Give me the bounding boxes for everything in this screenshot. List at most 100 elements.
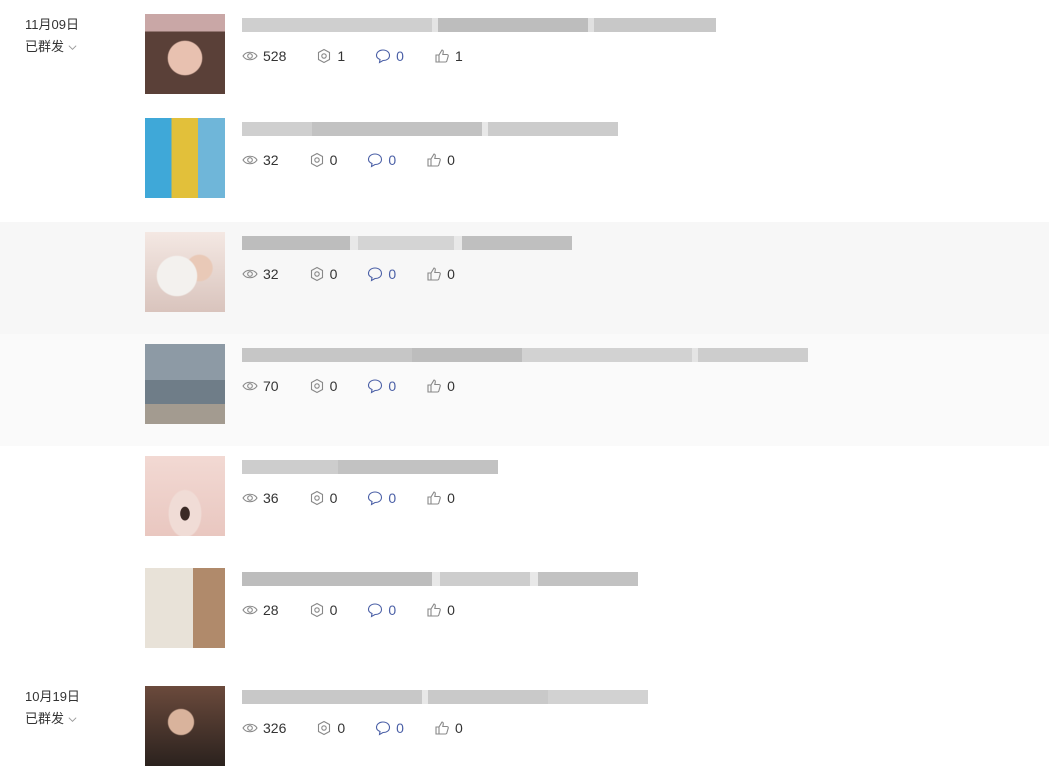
status-dropdown[interactable]: 已群发 xyxy=(25,710,80,728)
redaction-block xyxy=(242,348,412,362)
publish-date: 10月19日 xyxy=(25,689,80,704)
comment-count[interactable]: 0 xyxy=(375,720,404,736)
share-count: 0 xyxy=(309,602,337,618)
comment-count-value: 0 xyxy=(388,266,397,282)
redaction-block xyxy=(312,122,482,136)
comment-icon xyxy=(375,48,391,64)
view-count-value: 36 xyxy=(263,490,279,506)
thumbs-up-icon xyxy=(434,720,450,736)
article-thumbnail[interactable] xyxy=(145,568,225,648)
like-count: 0 xyxy=(426,152,455,168)
like-count-value: 0 xyxy=(447,378,455,394)
article-title-redacted[interactable] xyxy=(242,236,572,254)
redaction-block xyxy=(594,18,716,32)
article-title-redacted[interactable] xyxy=(242,690,648,708)
thumbs-up-icon xyxy=(426,378,442,394)
redaction-block xyxy=(242,18,432,32)
article-row[interactable]: 326 0 0 0 xyxy=(145,686,1045,766)
article-title-redacted[interactable] xyxy=(242,460,498,478)
view-count-value: 70 xyxy=(263,378,279,394)
article-row[interactable]: 36 0 0 0 xyxy=(145,456,1045,536)
redaction-block xyxy=(530,572,538,586)
article-thumbnail[interactable] xyxy=(145,14,225,94)
redaction-block xyxy=(242,236,350,250)
like-count-value: 0 xyxy=(447,602,455,618)
view-count: 326 xyxy=(242,720,286,736)
redaction-block xyxy=(522,348,692,362)
comment-icon xyxy=(367,152,383,168)
view-count: 36 xyxy=(242,490,279,506)
share-count: 0 xyxy=(316,720,345,736)
chevron-down-icon xyxy=(68,44,77,50)
like-count: 1 xyxy=(434,48,463,64)
article-thumbnail[interactable] xyxy=(145,456,225,536)
redaction-block xyxy=(428,690,548,704)
comment-icon xyxy=(367,490,383,506)
view-count: 28 xyxy=(242,602,279,618)
view-count: 70 xyxy=(242,378,279,394)
article-thumbnail[interactable] xyxy=(145,232,225,312)
like-count-value: 0 xyxy=(447,490,455,506)
redaction-block xyxy=(350,236,358,250)
article-title-redacted[interactable] xyxy=(242,348,808,366)
redaction-block xyxy=(242,572,432,586)
date-group: 11月09日 已群发 xyxy=(25,16,79,56)
view-count-value: 528 xyxy=(263,48,287,64)
redaction-block xyxy=(242,122,312,136)
view-count-value: 28 xyxy=(263,602,279,618)
like-count: 0 xyxy=(426,602,455,618)
share-icon xyxy=(309,490,325,506)
article-title-redacted[interactable] xyxy=(242,572,638,590)
article-row[interactable]: 70 0 0 0 xyxy=(145,344,1045,424)
redaction-block xyxy=(538,572,638,586)
like-count: 0 xyxy=(426,266,455,282)
like-count-value: 0 xyxy=(447,152,455,168)
share-count-value: 0 xyxy=(329,266,338,282)
article-row[interactable]: 32 0 0 0 xyxy=(145,232,1045,312)
share-icon xyxy=(316,720,332,736)
article-thumbnail[interactable] xyxy=(145,344,225,424)
thumbs-up-icon xyxy=(426,602,442,618)
redaction-block xyxy=(698,348,808,362)
share-count-value: 0 xyxy=(329,378,338,394)
comment-count[interactable]: 0 xyxy=(367,152,396,168)
redaction-block xyxy=(242,690,422,704)
share-count: 1 xyxy=(316,48,345,64)
article-title-redacted[interactable] xyxy=(242,122,618,140)
comment-count-value: 0 xyxy=(388,490,397,506)
eye-icon xyxy=(242,266,258,282)
status-dropdown[interactable]: 已群发 xyxy=(25,38,79,56)
share-count: 0 xyxy=(309,152,338,168)
comment-icon xyxy=(367,266,383,282)
date-group: 10月19日 已群发 xyxy=(25,688,80,728)
article-thumbnail[interactable] xyxy=(145,686,225,766)
like-count: 0 xyxy=(426,378,455,394)
article-thumbnail[interactable] xyxy=(145,118,225,198)
comment-count[interactable]: 0 xyxy=(367,602,396,618)
redaction-block xyxy=(338,460,498,474)
article-stats: 70 0 0 0 xyxy=(242,378,485,394)
share-icon xyxy=(309,152,325,168)
article-row[interactable]: 528 1 0 1 xyxy=(145,14,1045,94)
article-row[interactable]: 28 0 0 0 xyxy=(145,568,1045,648)
eye-icon xyxy=(242,490,258,506)
view-count-value: 326 xyxy=(263,720,287,736)
view-count-value: 32 xyxy=(263,266,279,282)
article-row[interactable]: 32 0 0 0 xyxy=(145,118,1045,198)
view-count: 32 xyxy=(242,266,279,282)
like-count: 0 xyxy=(426,490,455,506)
article-title-redacted[interactable] xyxy=(242,18,716,36)
comment-count[interactable]: 0 xyxy=(367,490,396,506)
article-stats: 32 0 0 0 xyxy=(242,152,485,168)
comment-count[interactable]: 0 xyxy=(375,48,404,64)
comment-icon xyxy=(367,378,383,394)
thumbs-up-icon xyxy=(426,266,442,282)
redaction-block xyxy=(462,236,572,250)
comment-count[interactable]: 0 xyxy=(367,266,396,282)
redaction-block xyxy=(242,460,338,474)
comment-count[interactable]: 0 xyxy=(367,378,396,394)
share-count-value: 0 xyxy=(329,152,338,168)
eye-icon xyxy=(242,602,258,618)
thumbs-up-icon xyxy=(426,490,442,506)
publish-date: 11月09日 xyxy=(25,17,79,32)
